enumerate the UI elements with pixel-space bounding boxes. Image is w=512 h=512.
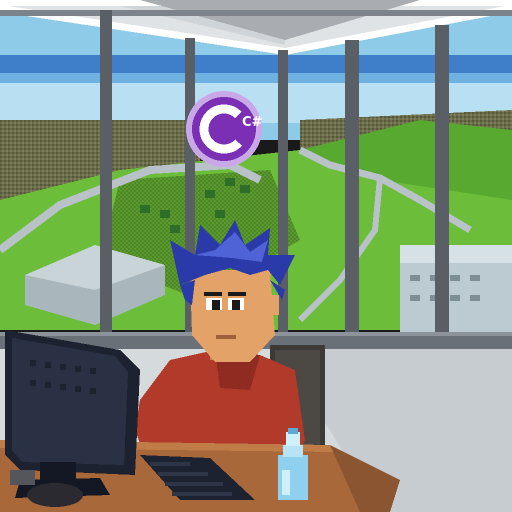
window-mullion-3 [345,40,359,350]
left-eye [212,300,220,310]
desk-lamp [10,470,35,485]
badge-label: C# [242,115,263,130]
bottle-cap [288,428,298,434]
window-corner-post [278,50,288,350]
right-eye [232,300,240,310]
pixel-art-scene: C# [0,0,512,512]
csharp-badge: C# [186,91,263,167]
ear [265,295,279,315]
window-mullion-1 [100,10,112,340]
window-mullion-4 [435,25,449,350]
mouth [216,335,236,339]
